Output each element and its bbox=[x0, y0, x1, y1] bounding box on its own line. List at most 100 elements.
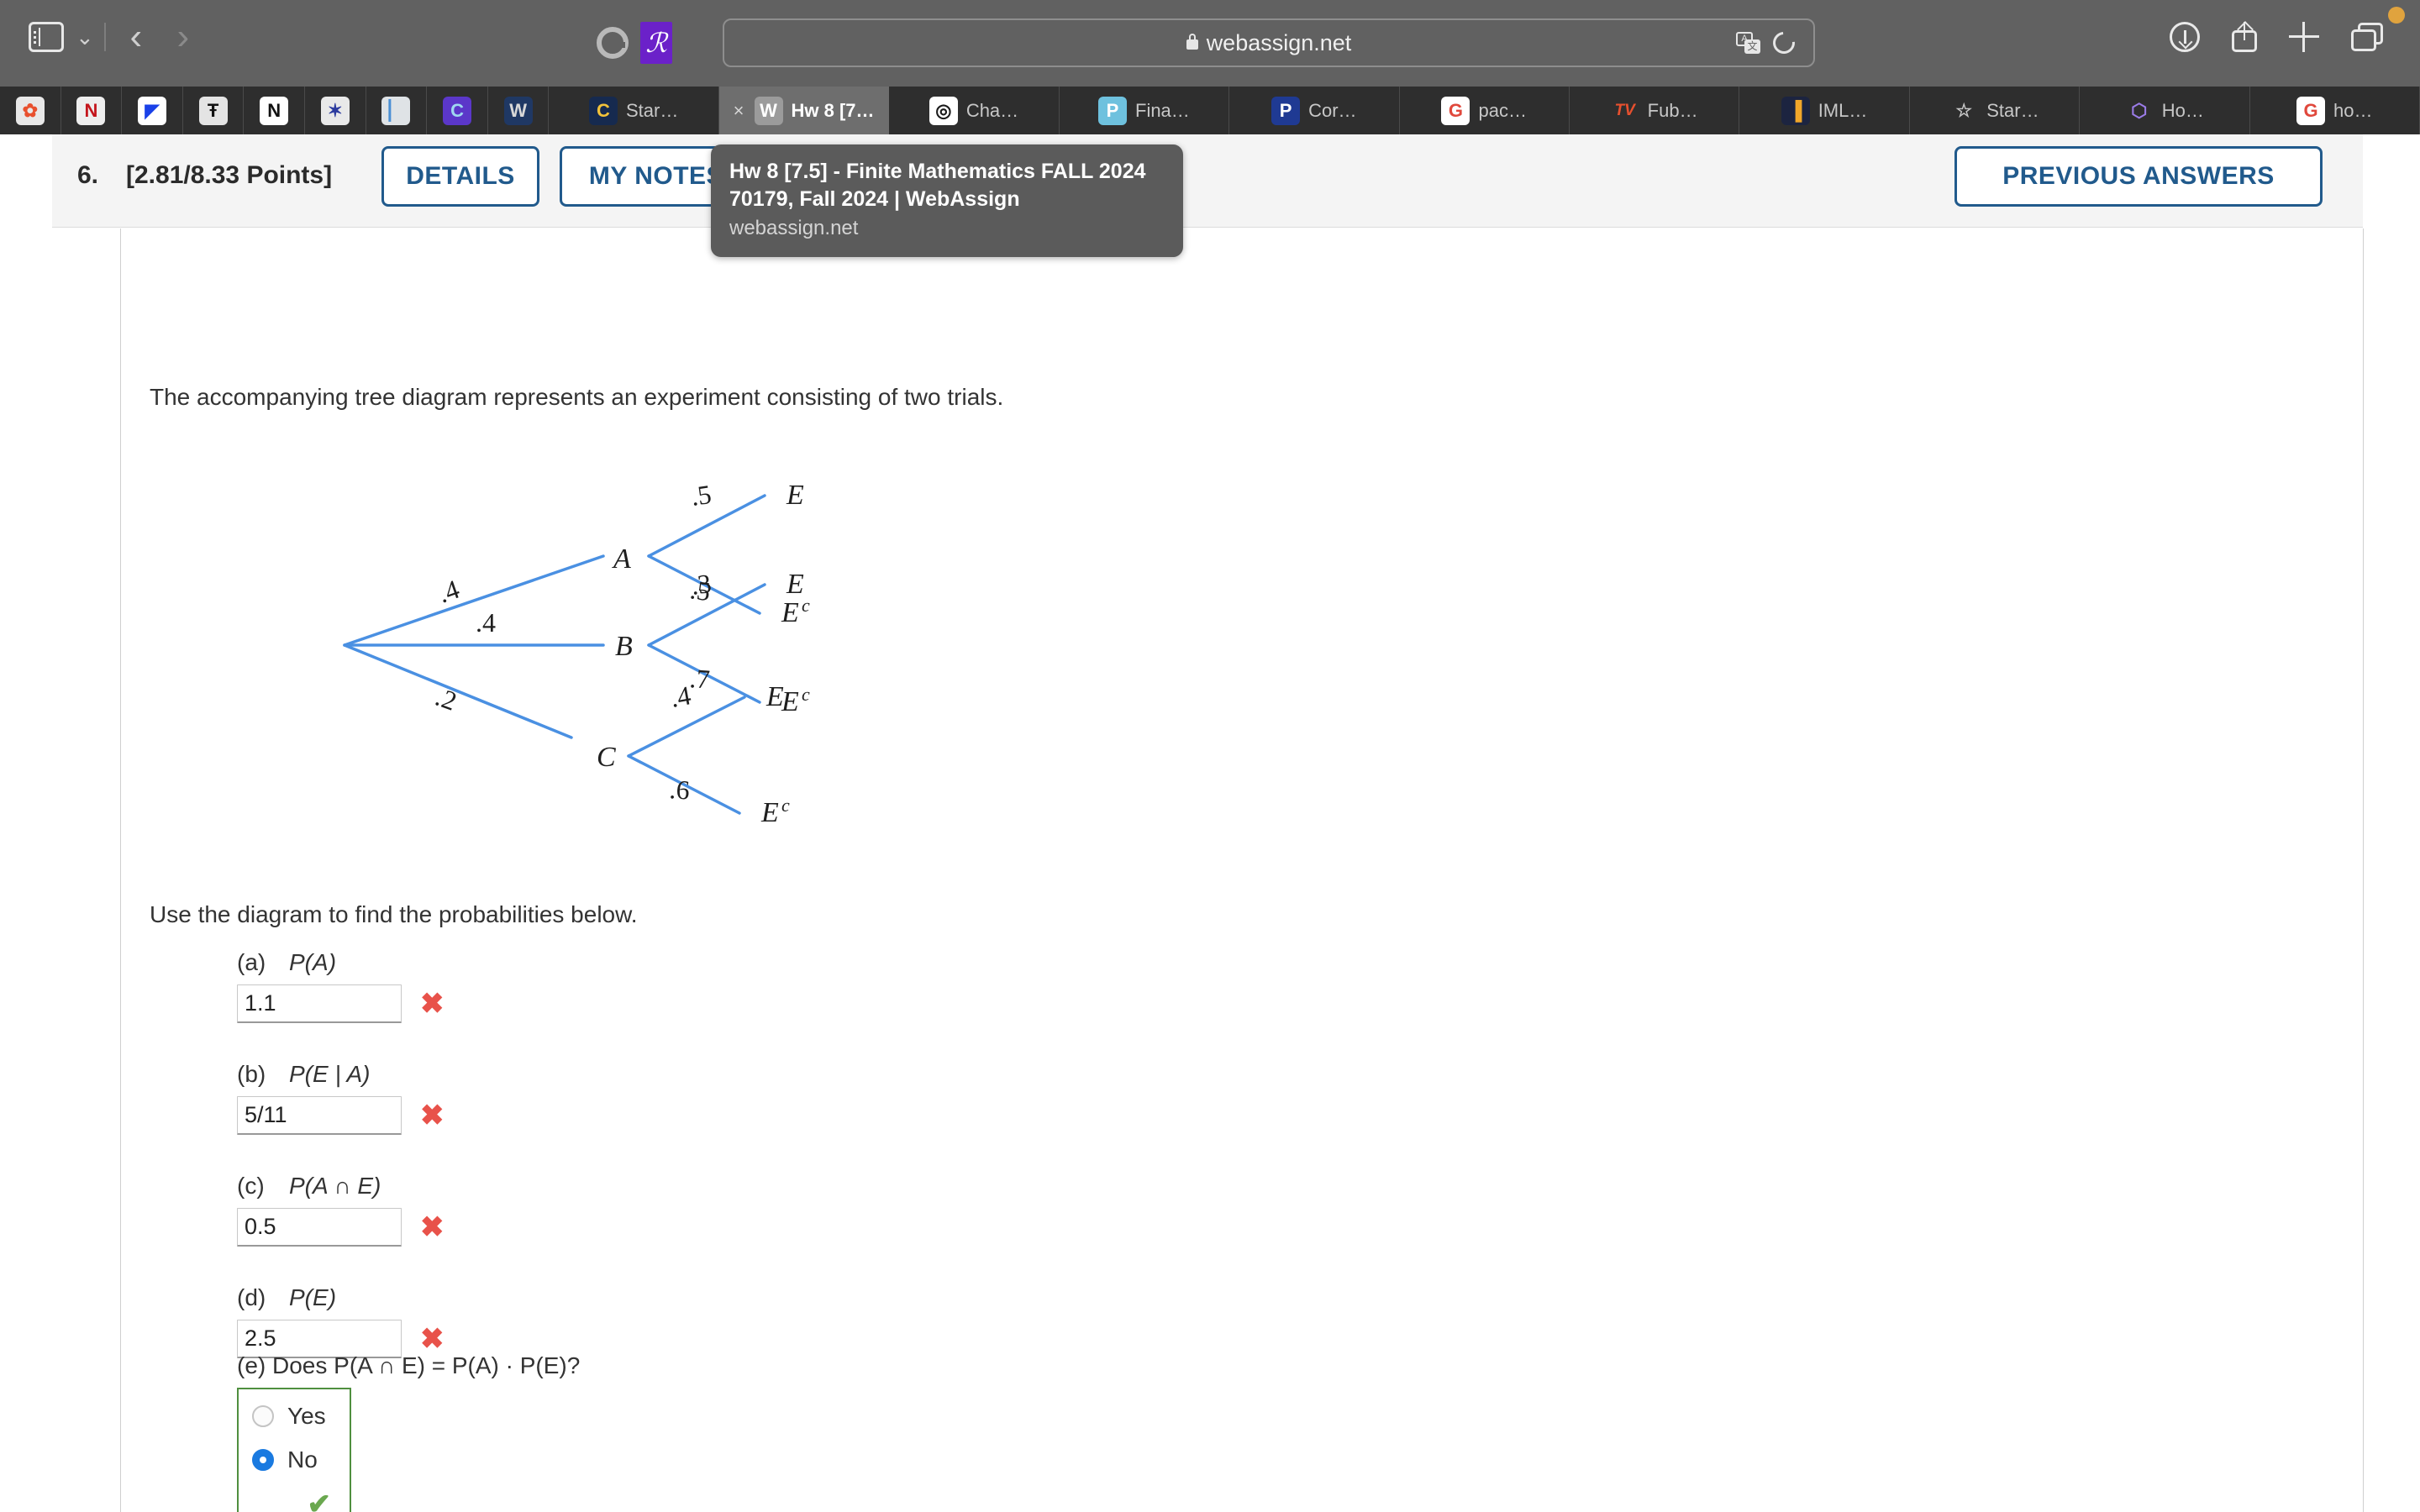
part-e-question: (e) Does P(A ∩ E) = P(A) · P(E)? bbox=[237, 1352, 581, 1378]
tree-leaf-C-E: E bbox=[765, 681, 784, 712]
tab-pinned-9[interactable]: W bbox=[488, 87, 550, 134]
tree-leaf-C-Ec-sup: c bbox=[781, 795, 790, 816]
part-e-option-yes[interactable]: Yes bbox=[252, 1403, 331, 1430]
part-c-incorrect-icon: ✖ bbox=[420, 1211, 445, 1243]
part-a: (a)P(A) ✖ bbox=[237, 949, 445, 1023]
use-diagram-text: Use the diagram to find the probabilitie… bbox=[150, 901, 638, 927]
tab-label: Fub… bbox=[1647, 99, 1698, 121]
favicon-icon: W bbox=[503, 96, 533, 125]
tab-pac[interactable]: Gpac… bbox=[1400, 87, 1570, 134]
favicon-icon: ▏ bbox=[381, 96, 411, 125]
radio-no[interactable] bbox=[252, 1449, 274, 1471]
tree-prob-A-E: .5 bbox=[689, 479, 713, 512]
part-a-label: (a) P(A) bbox=[237, 949, 337, 975]
grammarly-extension-icon[interactable] bbox=[597, 27, 629, 59]
question-points: [2.81/8.33 Points] bbox=[126, 161, 333, 189]
favicon-icon: TV bbox=[1614, 101, 1635, 119]
tab-ho-google[interactable]: Gho… bbox=[2250, 87, 2420, 134]
tab-ho[interactable]: ⬡ Ho… bbox=[2080, 87, 2250, 134]
part-d: (d)P(E) ✖ bbox=[237, 1284, 445, 1358]
part-e-correct-icon: ✔ bbox=[307, 1488, 332, 1512]
part-e-option-no[interactable]: No bbox=[252, 1446, 331, 1473]
tab-pinned-1[interactable]: ✿ bbox=[0, 87, 61, 134]
part-b-input[interactable] bbox=[237, 1096, 402, 1135]
tab-label: Cor… bbox=[1308, 99, 1357, 121]
tab-pinned-netflix[interactable]: N bbox=[61, 87, 123, 134]
tree-prob-B-Ec: .7 bbox=[689, 663, 711, 695]
tab-strip: ✿ N ◤ Ŧ N ✶ ▏ C W C Star… × W Hw 8 [7… ◎ Cha… P Fina… P Cor… bbox=[0, 87, 2420, 134]
tab-pinned-nytimes[interactable]: Ŧ bbox=[183, 87, 245, 134]
tab-close-icon[interactable]: × bbox=[734, 100, 744, 122]
tree-diagram: A B C .4 .4 .2 .5 E .5 E c .3 E .7 E c .… bbox=[319, 420, 840, 865]
tab-hw8-webassign[interactable]: × W Hw 8 [7… bbox=[718, 87, 890, 134]
tree-prob-C: .2 bbox=[432, 681, 461, 717]
tooltip-title: Hw 8 [7.5] - Finite Mathematics FALL 202… bbox=[729, 160, 1146, 211]
tree-prob-B: .4 bbox=[476, 607, 496, 638]
downloads-icon[interactable] bbox=[2170, 22, 2200, 52]
favicon-icon: ▐ bbox=[1781, 96, 1810, 125]
tab-star[interactable]: ☆ Star… bbox=[1910, 87, 2081, 134]
tree-leaf-B-E: E bbox=[786, 569, 804, 600]
radio-yes-label: Yes bbox=[287, 1403, 326, 1429]
part-e: (e) Does P(A ∩ E) = P(A) · P(E)? Yes No … bbox=[237, 1352, 580, 1512]
favicon-icon: ⬡ bbox=[2131, 99, 2148, 121]
tab-chatgpt[interactable]: ◎ Cha… bbox=[889, 87, 1060, 134]
tab-pinned-8[interactable]: C bbox=[427, 87, 488, 134]
address-bar-actions: A 文 bbox=[1736, 27, 1800, 59]
tab-iml[interactable]: ▐ IML… bbox=[1739, 87, 1910, 134]
tab-label: ho… bbox=[2333, 99, 2373, 121]
reload-icon[interactable] bbox=[1768, 27, 1800, 59]
back-button[interactable]: ‹ bbox=[113, 18, 160, 55]
tab-label: Cha… bbox=[965, 99, 1019, 121]
content-right-divider bbox=[2363, 228, 2364, 1512]
part-c-answer-row: ✖ bbox=[237, 1208, 445, 1247]
tree-prob-B-E: .3 bbox=[689, 568, 713, 601]
sidebar-toggle-icon[interactable] bbox=[29, 22, 64, 52]
browser-toolbar: ⌄ ‹ › ℛ webassign.net A 文 bbox=[0, 0, 2420, 87]
tab-pinned-7[interactable]: ▏ bbox=[366, 87, 428, 134]
forward-button[interactable]: › bbox=[160, 18, 207, 55]
favicon-icon: P bbox=[1271, 96, 1301, 125]
chevron-down-icon[interactable]: ⌄ bbox=[76, 26, 94, 48]
part-e-radio-group[interactable]: Yes No ✔ bbox=[237, 1388, 351, 1512]
tab-label: Star… bbox=[626, 99, 679, 121]
radio-yes[interactable] bbox=[252, 1405, 274, 1427]
part-a-input[interactable] bbox=[237, 984, 402, 1023]
content-left-divider bbox=[120, 228, 121, 1512]
part-b-answer-row: ✖ bbox=[237, 1096, 445, 1135]
lock-icon bbox=[1186, 34, 1198, 50]
new-tab-icon[interactable] bbox=[2289, 22, 2319, 52]
tab-cor[interactable]: P Cor… bbox=[1229, 87, 1400, 134]
navigation-controls: ⌄ ‹ › bbox=[29, 18, 207, 55]
tree-node-A: A bbox=[612, 543, 631, 575]
tab-pinned-notion[interactable]: N bbox=[244, 87, 306, 134]
honey-extension-icon[interactable]: ℛ bbox=[640, 22, 672, 64]
favicon-icon: ✶ bbox=[320, 96, 350, 125]
tab-pinned-6[interactable]: ✶ bbox=[305, 87, 366, 134]
tab-pinned-3[interactable]: ◤ bbox=[122, 87, 183, 134]
translate-icon[interactable]: A 文 bbox=[1736, 32, 1760, 54]
part-b: (b)P(E | A) ✖ bbox=[237, 1061, 445, 1135]
details-button[interactable]: DETAILS bbox=[381, 146, 539, 207]
question-intro-text: The accompanying tree diagram represents… bbox=[150, 384, 1004, 410]
previous-answers-button[interactable]: PREVIOUS ANSWERS bbox=[1954, 146, 2323, 207]
favicon-icon: N bbox=[76, 96, 106, 125]
share-icon[interactable] bbox=[2232, 21, 2257, 52]
tab-fubo[interactable]: TV Fub… bbox=[1570, 87, 1740, 134]
favicon-icon: ◤ bbox=[138, 96, 167, 125]
tab-overview-icon[interactable] bbox=[2351, 23, 2383, 51]
tab-label: Hw 8 [7… bbox=[791, 99, 875, 121]
browser-window: ⌄ ‹ › ℛ webassign.net A 文 ✿ N ◤ Ŧ N ✶ ▏ … bbox=[0, 0, 2420, 1512]
part-c-input[interactable] bbox=[237, 1208, 402, 1247]
part-d-incorrect-icon: ✖ bbox=[420, 1323, 445, 1355]
address-bar[interactable]: webassign.net A 文 bbox=[723, 18, 1815, 67]
tree-diagram-svg: A B C .4 .4 .2 .5 E .5 E c .3 E .7 E c .… bbox=[343, 479, 810, 828]
part-d-label: (d) P(E) bbox=[237, 1284, 337, 1310]
favicon-icon: Ŧ bbox=[198, 96, 228, 125]
tab-label: Fina… bbox=[1135, 99, 1190, 121]
tree-prob-A: .4 bbox=[434, 574, 463, 609]
tab-starbucks[interactable]: C Star… bbox=[549, 87, 719, 134]
part-c-label: (c) P(A ∩ E) bbox=[237, 1173, 381, 1199]
part-a-incorrect-icon: ✖ bbox=[420, 988, 445, 1020]
tab-finance[interactable]: P Fina… bbox=[1060, 87, 1230, 134]
